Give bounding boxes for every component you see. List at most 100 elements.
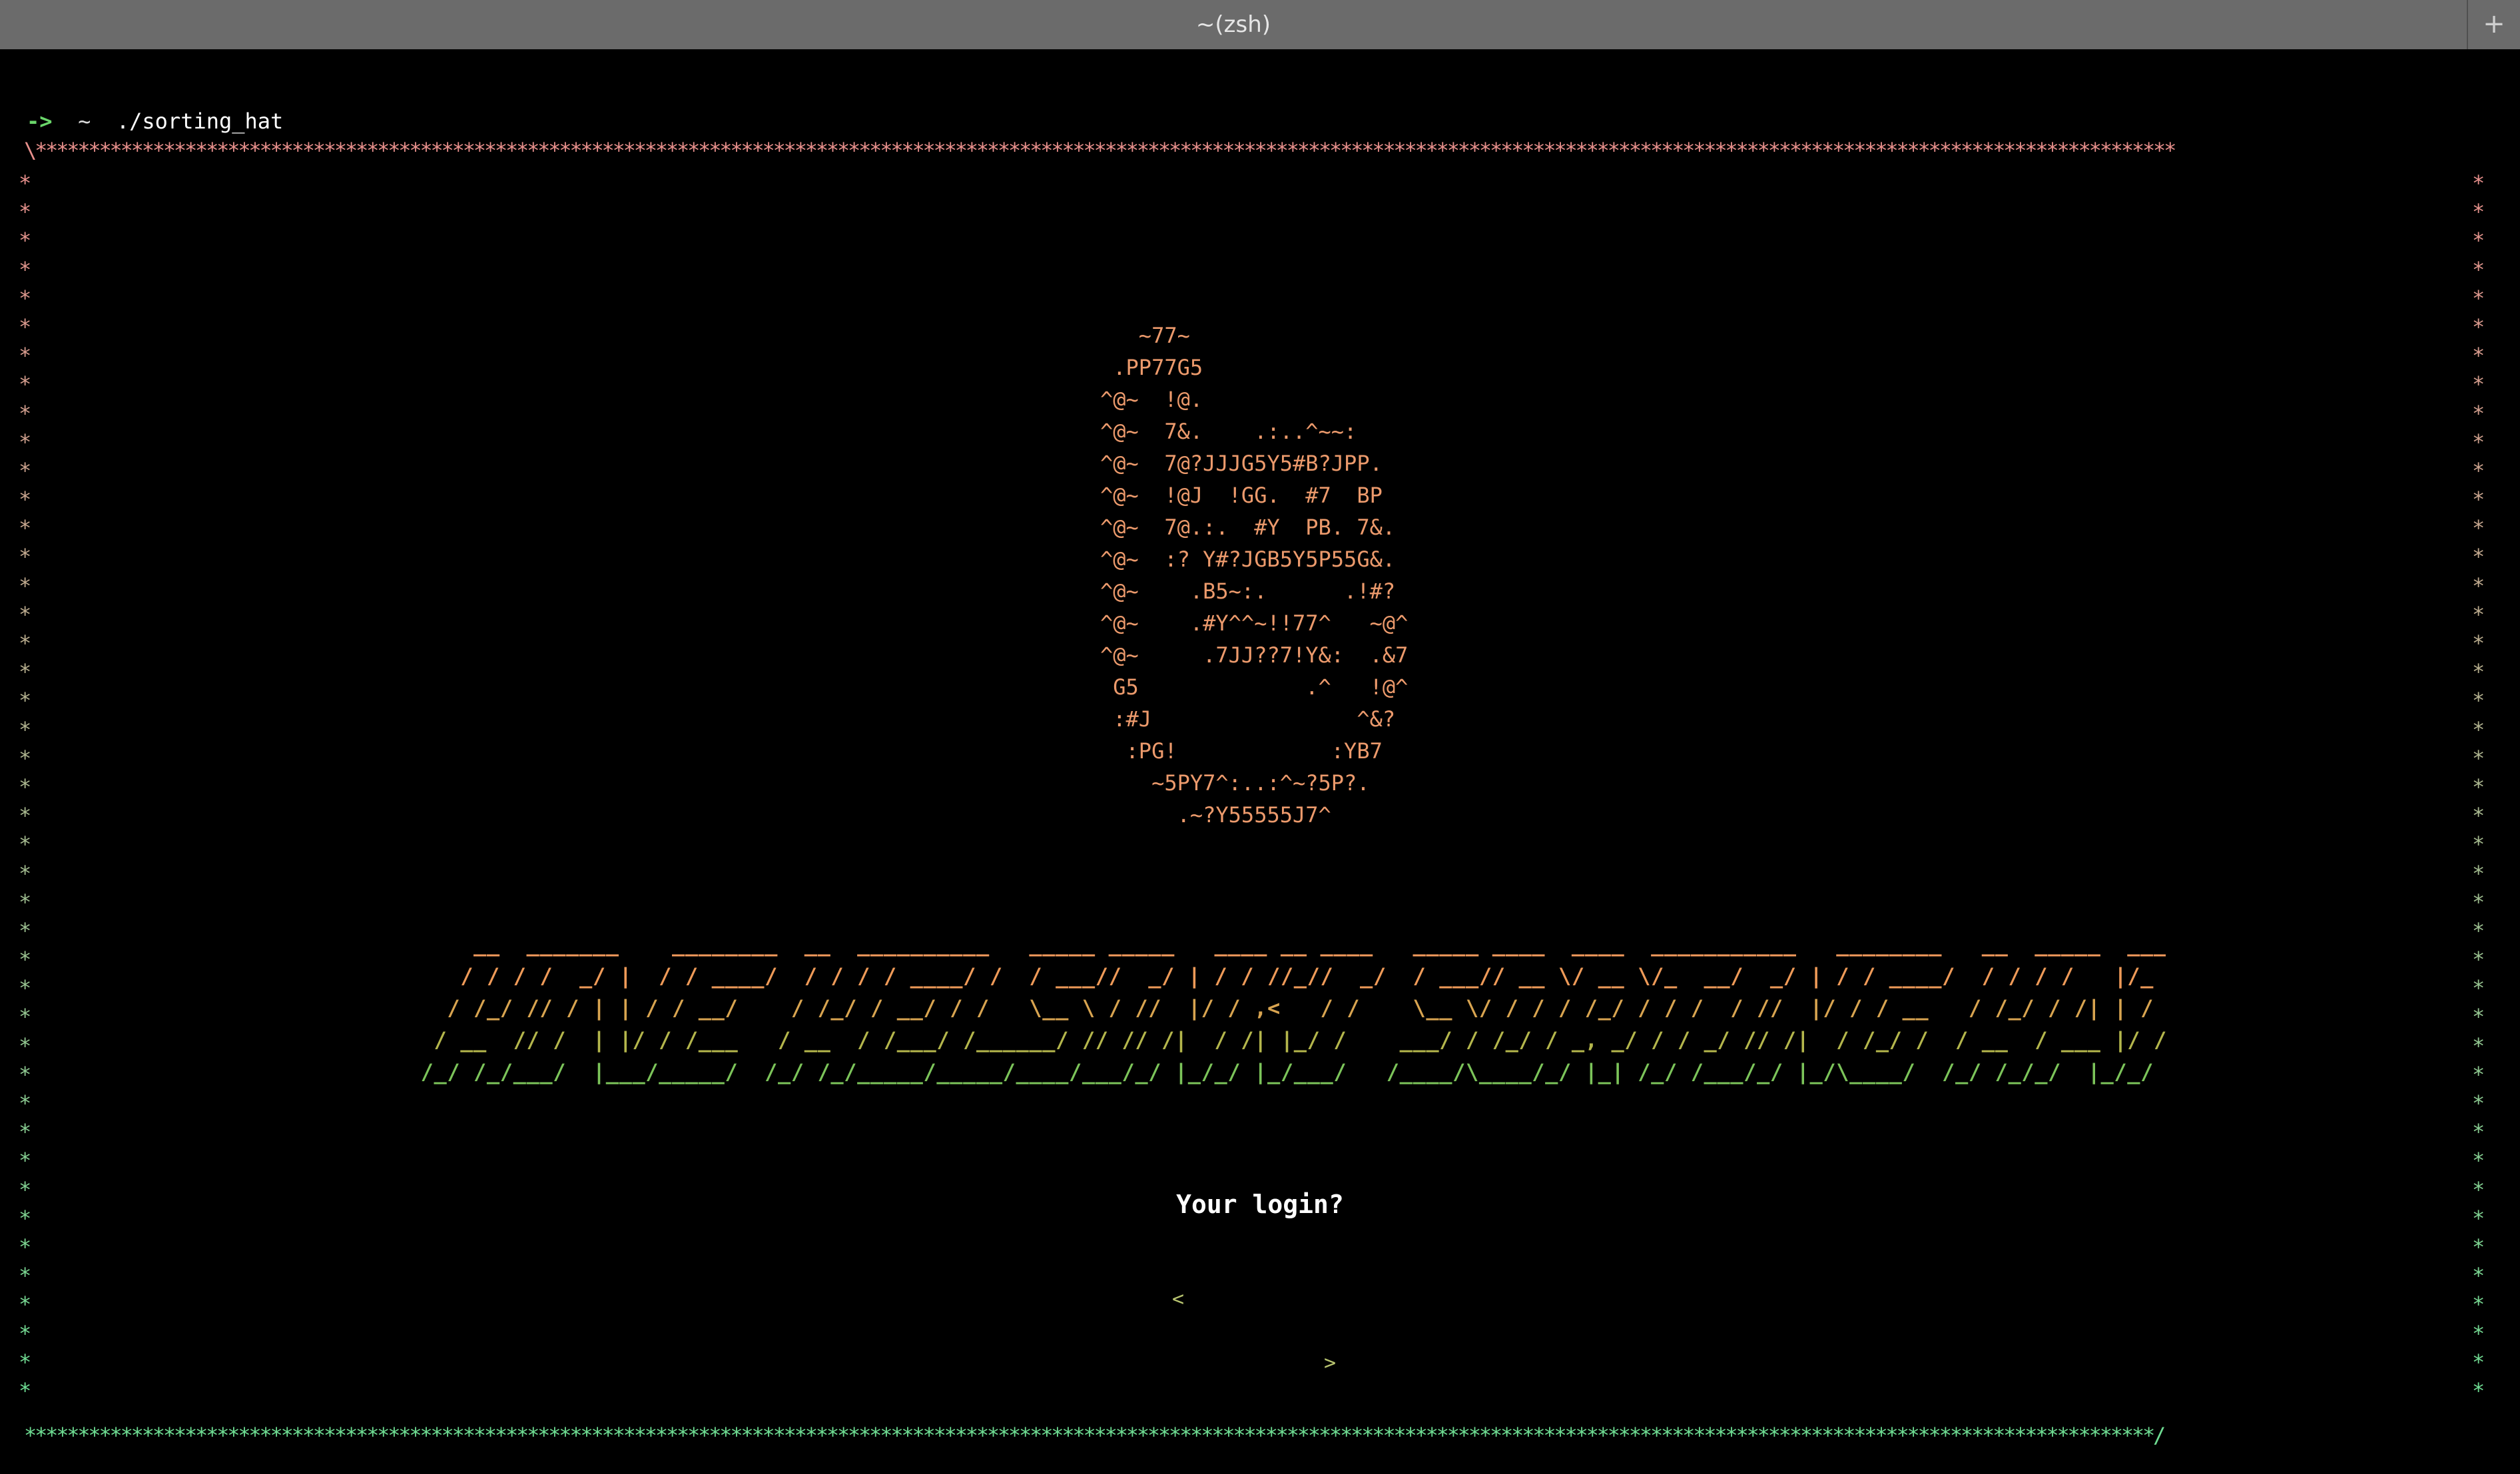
window-title-bar: ~(zsh) + — [0, 0, 2520, 49]
frame-star: * — [2472, 487, 2485, 513]
frame-star: * — [2472, 544, 2485, 570]
login-prompt-label: Your login? — [1176, 1190, 1344, 1219]
frame-star: * — [2472, 659, 2485, 685]
window-title: ~(zsh) — [1195, 11, 1271, 38]
frame-star: * — [19, 917, 32, 943]
frame-star: * — [19, 659, 32, 685]
frame-star: * — [2472, 1349, 2485, 1375]
banner-line: __ _______ ________ __ __________ _____ … — [381, 931, 2166, 957]
frame-star: * — [2472, 1263, 2485, 1289]
frame-star: * — [19, 947, 32, 973]
frame-star: * — [2472, 832, 2485, 858]
title-ascii-banner: __ _______ ________ __ __________ _____ … — [381, 928, 2166, 1095]
frame-star: * — [19, 1263, 32, 1289]
banner-line: / / / / _/ | / / ____/ / / / / ____/ / /… — [381, 963, 2166, 989]
frame-star: * — [19, 1119, 32, 1145]
prompt-arrow: -> — [27, 109, 53, 134]
frame-star: * — [19, 487, 32, 513]
frame-star: * — [19, 1061, 32, 1087]
frame-star: * — [2472, 1033, 2485, 1059]
frame-star: * — [2472, 1119, 2485, 1145]
frame-star: * — [19, 630, 32, 656]
frame-star: * — [2472, 400, 2485, 426]
banner-line: / __ // / | |/ / /___ / __ / /___/ /____… — [381, 1027, 2166, 1053]
login-input[interactable]: < > — [1172, 1252, 1336, 1375]
frame-star: * — [2472, 1377, 2485, 1403]
frame-star: * — [2472, 573, 2485, 599]
frame-star: * — [19, 1033, 32, 1059]
frame-star: * — [2472, 1004, 2485, 1030]
frame-star: * — [19, 832, 32, 858]
frame-star: * — [2472, 774, 2485, 800]
prompt-command: ./sorting_hat — [116, 109, 284, 134]
frame-star: * — [2472, 457, 2485, 483]
banner-line: /_/ /_/___/ |___/_____/ /_/ /_/_____/___… — [381, 1059, 2154, 1085]
frame-star: * — [2472, 314, 2485, 340]
frame-star: * — [2472, 975, 2485, 1001]
frame-star: * — [19, 716, 32, 742]
frame-star: * — [2472, 1148, 2485, 1174]
frame-star: * — [19, 429, 32, 455]
frame-star: * — [19, 745, 32, 771]
frame-star: * — [2472, 630, 2485, 656]
frame-star: * — [19, 1148, 32, 1174]
shell-prompt-line: -> ~ ./sorting_hat — [27, 105, 283, 137]
frame-star: * — [19, 515, 32, 541]
frame-star: * — [19, 860, 32, 886]
frame-star: * — [2472, 1061, 2485, 1087]
frame-star: * — [2472, 429, 2485, 455]
frame-star: * — [2472, 1091, 2485, 1116]
frame-star: * — [2472, 803, 2485, 829]
frame-star: * — [19, 170, 32, 196]
frame-star: * — [19, 1320, 32, 1346]
frame-star: * — [19, 1234, 32, 1260]
terminal-viewport[interactable]: -> ~ ./sorting_hat \********************… — [0, 49, 2520, 1474]
frame-star: * — [19, 314, 32, 340]
frame-star: * — [19, 1377, 32, 1403]
frame-star: * — [19, 573, 32, 599]
frame-star: * — [19, 688, 32, 714]
frame-star: * — [2472, 1320, 2485, 1346]
frame-top-border: \***************************************… — [24, 138, 2176, 163]
frame-star: * — [19, 285, 32, 311]
frame-star: * — [19, 1091, 32, 1116]
frame-star: * — [2472, 371, 2485, 397]
input-right-bracket: > — [1323, 1351, 1336, 1375]
frame-star: * — [2472, 917, 2485, 943]
frame-star: * — [2472, 256, 2485, 282]
frame-star: * — [19, 228, 32, 254]
sorting-hat-ascii-art: ~77~ .PP77G5 ^@~ !@. ^@~ 7&. .:..^~~: ^@… — [1100, 323, 1409, 828]
frame-star: * — [19, 199, 32, 225]
frame-star: * — [2472, 601, 2485, 627]
frame-star: * — [2472, 860, 2485, 886]
frame-star: * — [2472, 947, 2485, 973]
frame-star: * — [19, 1349, 32, 1375]
frame-star: * — [2472, 515, 2485, 541]
frame-star: * — [19, 544, 32, 570]
input-left-bracket: < — [1172, 1288, 1185, 1311]
frame-star: * — [2472, 343, 2485, 369]
frame-star: * — [2472, 889, 2485, 915]
login-field-value[interactable] — [1196, 1252, 1312, 1284]
frame-star: * — [2472, 688, 2485, 714]
banner-line: / /_/ // / | | / / __/ / /_/ / __/ / / \… — [381, 995, 2166, 1021]
frame-star: * — [19, 343, 32, 369]
frame-star: * — [2472, 228, 2485, 254]
frame-star: * — [2472, 716, 2485, 742]
frame-star: * — [2472, 745, 2485, 771]
frame-star: * — [19, 601, 32, 627]
frame-star: * — [19, 889, 32, 915]
frame-star: * — [19, 371, 32, 397]
frame-star: * — [2472, 170, 2485, 196]
frame-star: * — [19, 457, 32, 483]
frame-right-border: * * * * * * * * * * * * * * * * * * * * * * * * * * * * * * * * * * * * * * * *… — [2472, 169, 2496, 1415]
frame-star: * — [2472, 199, 2485, 225]
frame-star: * — [2472, 285, 2485, 311]
frame-star: * — [2472, 1234, 2485, 1260]
new-tab-button[interactable]: + — [2467, 0, 2520, 49]
frame-star: * — [19, 256, 32, 282]
frame-star: * — [19, 1292, 32, 1318]
frame-star: * — [19, 1004, 32, 1030]
prompt-cwd: ~ — [78, 109, 91, 134]
frame-star: * — [19, 774, 32, 800]
